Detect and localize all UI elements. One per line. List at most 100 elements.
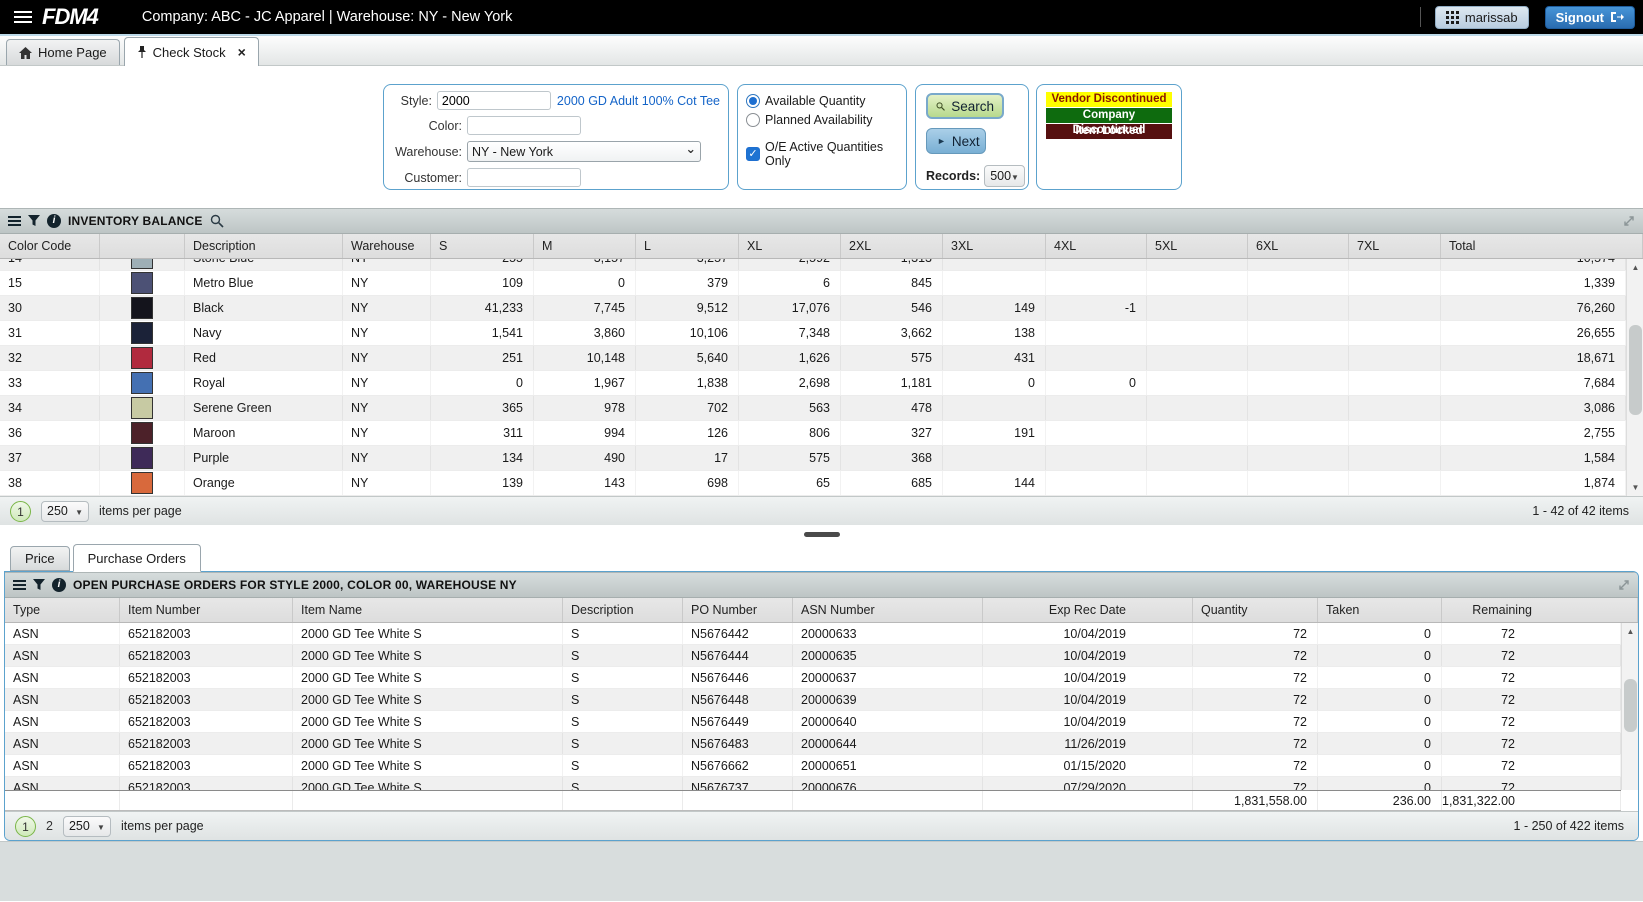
po-row[interactable]: ASN6521820032000 GD Tee White SSN5676448… xyxy=(5,689,1621,711)
column-header[interactable]: 3XL xyxy=(943,234,1046,258)
cell: 0 xyxy=(943,371,1046,395)
column-header[interactable]: Color Code xyxy=(0,234,100,258)
grid-menu-icon[interactable] xyxy=(13,580,26,582)
inventory-row[interactable]: 33RoyalNY01,9671,8382,6981,181007,684 xyxy=(0,371,1626,396)
menu-icon[interactable] xyxy=(14,11,32,13)
column-header[interactable]: Type xyxy=(5,598,120,622)
inventory-row[interactable]: 37PurpleNY134490175753681,584 xyxy=(0,446,1626,471)
column-header[interactable]: Item Name xyxy=(293,598,563,622)
filter-icon[interactable] xyxy=(33,579,45,591)
scrollbar-thumb[interactable] xyxy=(1629,325,1642,415)
splitter-handle[interactable] xyxy=(804,532,840,537)
radio-planned-availability[interactable]: Planned Availability xyxy=(746,113,898,127)
inventory-row[interactable]: 34Serene GreenNY3659787025634783,086 xyxy=(0,396,1626,421)
cell: 11/26/2019 xyxy=(983,733,1193,754)
cell xyxy=(1046,321,1147,345)
info-icon[interactable] xyxy=(47,214,61,228)
column-header[interactable]: Quantity xyxy=(1193,598,1318,622)
cell: 65 xyxy=(739,471,841,495)
column-header[interactable]: M xyxy=(534,234,636,258)
customer-input[interactable] xyxy=(467,168,581,187)
column-header[interactable] xyxy=(100,234,185,258)
cell: 72 xyxy=(1442,777,1621,790)
column-header[interactable]: PO Number xyxy=(683,598,793,622)
page-1-button[interactable]: 1 xyxy=(10,501,31,522)
tab-home-page[interactable]: Home Page xyxy=(6,39,120,65)
column-header[interactable]: Taken xyxy=(1318,598,1442,622)
column-header[interactable]: 2XL xyxy=(841,234,943,258)
po-row[interactable]: ASN6521820032000 GD Tee White SSN5676662… xyxy=(5,755,1621,777)
expand-icon[interactable] xyxy=(1618,579,1630,591)
filter-icon[interactable] xyxy=(28,215,40,227)
column-header[interactable]: Exp Rec Date xyxy=(983,598,1193,622)
cell: 34 xyxy=(0,396,100,420)
checkbox-oe-active[interactable]: O/E Active Quantities Only xyxy=(746,140,898,168)
inventory-row[interactable]: 14Stone BlueNY2553,1573,2572,5921,31310,… xyxy=(0,259,1626,271)
tab-purchase-orders[interactable]: Purchase Orders xyxy=(73,544,201,572)
legend-item: Company Discontinued xyxy=(1046,108,1172,123)
scroll-down-icon[interactable] xyxy=(1627,479,1643,496)
search-button[interactable]: Search xyxy=(926,93,1004,119)
column-header[interactable]: 4XL xyxy=(1046,234,1147,258)
scroll-up-icon[interactable] xyxy=(1622,623,1638,640)
scroll-up-icon[interactable] xyxy=(1627,259,1643,276)
inventory-row[interactable]: 15Metro BlueNY109037968451,339 xyxy=(0,271,1626,296)
tab-price[interactable]: Price xyxy=(10,546,70,571)
cell: 1,181 xyxy=(841,371,943,395)
po-vertical-scrollbar[interactable] xyxy=(1621,623,1638,790)
cell: ASN xyxy=(5,689,120,710)
style-input[interactable] xyxy=(437,91,551,110)
po-page-size-select[interactable]: 250 xyxy=(63,816,111,837)
inventory-row[interactable]: 32RedNY25110,1485,6401,62657543118,671 xyxy=(0,346,1626,371)
po-page-1-button[interactable]: 1 xyxy=(15,816,36,837)
grid-search-icon[interactable] xyxy=(210,214,224,228)
grid-menu-icon[interactable] xyxy=(8,216,21,218)
records-select[interactable]: 500 xyxy=(984,165,1025,187)
color-input[interactable] xyxy=(467,116,581,135)
po-row[interactable]: ASN6521820032000 GD Tee White SSN5676449… xyxy=(5,711,1621,733)
tab-check-stock[interactable]: Check Stock xyxy=(124,37,259,66)
column-header[interactable]: 6XL xyxy=(1248,234,1349,258)
cell: 652182003 xyxy=(120,733,293,754)
po-page-2-button[interactable]: 2 xyxy=(46,819,53,833)
column-header[interactable]: 7XL xyxy=(1349,234,1441,258)
inventory-page-size-select[interactable]: 250 xyxy=(41,501,89,522)
cell: 17,076 xyxy=(739,296,841,320)
column-header[interactable]: Description xyxy=(563,598,683,622)
po-row[interactable]: ASN6521820032000 GD Tee White SSN5676444… xyxy=(5,645,1621,667)
column-header[interactable]: Warehouse xyxy=(343,234,431,258)
user-menu-button[interactable]: marissab xyxy=(1435,6,1529,29)
inventory-vertical-scrollbar[interactable] xyxy=(1626,259,1643,496)
column-header[interactable]: Total xyxy=(1441,234,1643,258)
po-row[interactable]: ASN6521820032000 GD Tee White SSN5676737… xyxy=(5,777,1621,790)
inventory-row[interactable]: 36MaroonNY3119941268063271912,755 xyxy=(0,421,1626,446)
warehouse-select[interactable]: NY - New York xyxy=(467,141,701,162)
legend-box: Vendor DiscontinuedCompany DiscontinuedI… xyxy=(1036,84,1182,190)
po-row[interactable]: ASN6521820032000 GD Tee White SSN5676442… xyxy=(5,623,1621,645)
info-icon[interactable] xyxy=(52,578,66,592)
cell: 652182003 xyxy=(120,667,293,688)
column-header[interactable]: S xyxy=(431,234,534,258)
signout-button[interactable]: Signout xyxy=(1545,6,1635,29)
inventory-row[interactable]: 30BlackNY41,2337,7459,51217,076546149-17… xyxy=(0,296,1626,321)
inventory-row[interactable]: 38OrangeNY139143698656851441,874 xyxy=(0,471,1626,496)
column-header[interactable]: Remaining xyxy=(1442,598,1638,622)
po-row[interactable]: ASN6521820032000 GD Tee White SSN5676446… xyxy=(5,667,1621,689)
column-header[interactable]: 5XL xyxy=(1147,234,1248,258)
scrollbar-thumb[interactable] xyxy=(1624,679,1637,732)
close-tab-icon[interactable] xyxy=(238,44,246,60)
dropdown-arrow-icon xyxy=(97,819,105,833)
cell: 368 xyxy=(841,446,943,470)
radio-available-quantity[interactable]: Available Quantity xyxy=(746,94,898,108)
style-description-link[interactable]: 2000 GD Adult 100% Cot Tee xyxy=(557,94,720,108)
column-header[interactable]: Item Number xyxy=(120,598,293,622)
column-header[interactable]: L xyxy=(636,234,739,258)
expand-icon[interactable] xyxy=(1623,215,1635,227)
inventory-row[interactable]: 31NavyNY1,5413,86010,1067,3483,66213826,… xyxy=(0,321,1626,346)
next-button[interactable]: Next xyxy=(926,128,986,154)
column-header[interactable]: XL xyxy=(739,234,841,258)
po-row[interactable]: ASN6521820032000 GD Tee White SSN5676483… xyxy=(5,733,1621,755)
column-header[interactable]: Description xyxy=(185,234,343,258)
cell: 3,860 xyxy=(534,321,636,345)
column-header[interactable]: ASN Number xyxy=(793,598,983,622)
